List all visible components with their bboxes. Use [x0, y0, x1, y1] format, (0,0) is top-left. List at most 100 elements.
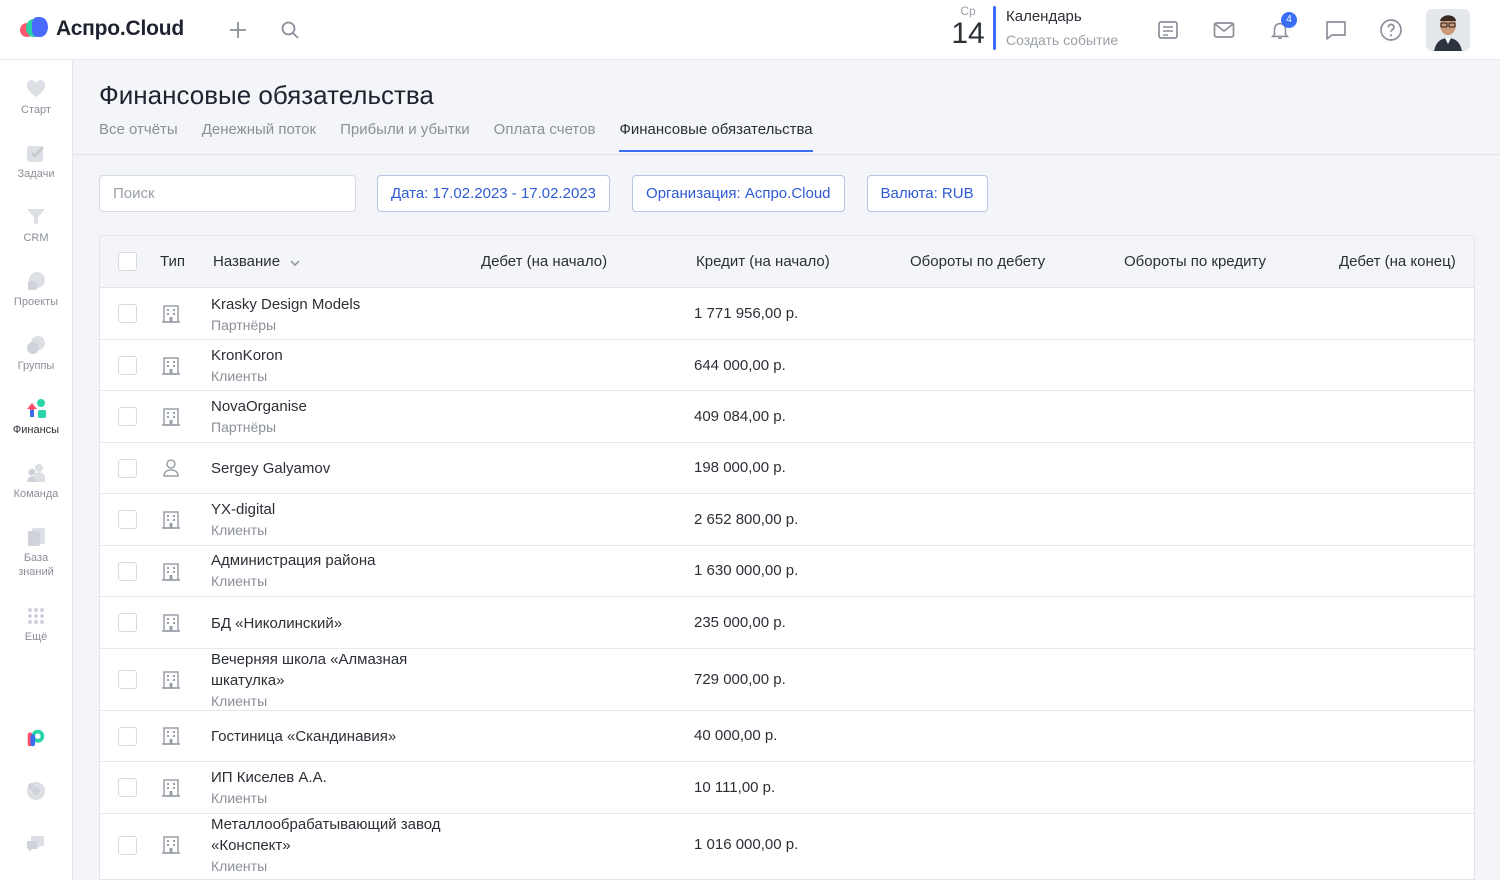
page-title: Финансовые обязательства	[99, 80, 434, 110]
logo-mark-icon	[20, 17, 48, 41]
table-row[interactable]: YX-digital Клиенты 2 652 800,00 р.	[100, 494, 1474, 546]
building-icon	[160, 303, 182, 325]
row-checkbox[interactable]	[118, 836, 137, 855]
row-checkbox[interactable]	[118, 356, 137, 375]
heart-icon	[25, 78, 47, 100]
row-credit-start: 1 016 000,00 р.	[694, 836, 799, 853]
organization-filter-button[interactable]: Организация: Аспро.Cloud	[632, 175, 845, 212]
tab-all-reports[interactable]: Все отчёты	[99, 121, 178, 152]
column-debit-turnover: Обороты по дебету	[910, 253, 1046, 270]
building-icon	[160, 561, 182, 583]
date-divider	[993, 6, 996, 50]
add-icon[interactable]	[226, 18, 250, 42]
check-icon	[25, 142, 47, 164]
tab-cash-flow[interactable]: Денежный поток	[202, 121, 316, 152]
tab-bill-payment[interactable]: Оплата счетов	[494, 121, 596, 152]
row-checkbox[interactable]	[118, 613, 137, 632]
sidebar-item-start[interactable]: Старт	[0, 78, 72, 117]
row-credit-start: 235 000,00 р.	[694, 614, 786, 631]
row-name[interactable]: Sergey Galyamov	[211, 458, 481, 479]
sidebar-item-knowledge[interactable]: База знаний	[0, 526, 72, 579]
row-group: Клиенты	[211, 368, 268, 384]
table-row[interactable]: Sergey Galyamov 198 000,00 р.	[100, 443, 1474, 494]
row-name[interactable]: Металлообрабатывающий завод «Конспект»	[211, 814, 473, 856]
row-name[interactable]: Вечерняя школа «Алмазная шкатулка»	[211, 649, 461, 691]
chevron-down-icon	[290, 254, 300, 271]
app-logo[interactable]: Аспро.Cloud	[20, 17, 184, 41]
sidebar-item-finance[interactable]: Финансы	[0, 398, 72, 437]
search-icon[interactable]	[278, 18, 302, 42]
column-name[interactable]: Название	[213, 253, 300, 271]
user-avatar[interactable]	[1426, 9, 1470, 51]
table-row[interactable]: Металлообрабатывающий завод «Конспект» Кл…	[100, 814, 1474, 879]
select-all-checkbox[interactable]	[118, 252, 137, 271]
sidebar-item-groups[interactable]: Группы	[0, 334, 72, 373]
row-group: Партнёры	[211, 419, 277, 435]
sidebar-item-projects[interactable]: Проекты	[0, 270, 72, 309]
tab-profit-loss[interactable]: Прибыли и убытки	[340, 121, 470, 152]
today-date[interactable]: Ср 14	[948, 4, 988, 50]
table-row[interactable]: KronKoron Клиенты 644 000,00 р.	[100, 340, 1474, 391]
row-name[interactable]: NovaOrganise	[211, 396, 481, 417]
row-checkbox[interactable]	[118, 727, 137, 746]
sidebar-item-more[interactable]: Ещё	[0, 605, 72, 644]
table-row[interactable]: ИП Киселев А.А. Клиенты 10 111,00 р.	[100, 762, 1474, 814]
finance-icon	[25, 398, 47, 420]
row-checkbox[interactable]	[118, 510, 137, 529]
row-credit-start: 729 000,00 р.	[694, 671, 786, 688]
building-icon	[160, 406, 182, 428]
bell-icon[interactable]: 4	[1268, 12, 1297, 42]
row-checkbox[interactable]	[118, 407, 137, 426]
row-checkbox[interactable]	[118, 670, 137, 689]
marketplace-icon[interactable]	[0, 727, 72, 749]
sidebar: Старт Задачи CRM Проекты Группы Финансы	[0, 60, 73, 880]
date-filter-button[interactable]: Дата: 17.02.2023 - 17.02.2023	[377, 175, 611, 212]
page-header: Финансовые обязательства Все отчёты Дене…	[73, 60, 1500, 155]
table-row[interactable]: Администрация района Клиенты 1 630 000,00…	[100, 546, 1474, 597]
row-name[interactable]: ИП Киселев А.А.	[211, 767, 481, 788]
column-name-label: Название	[213, 253, 281, 270]
row-name[interactable]: БД «Николинский»	[211, 613, 481, 634]
help-icon[interactable]	[1379, 18, 1403, 42]
calendar-title: Календарь	[1006, 8, 1082, 25]
chat-icon[interactable]	[1324, 18, 1348, 42]
row-checkbox[interactable]	[118, 459, 137, 478]
table-row[interactable]: Гостиница «Скандинавия» 40 000,00 р.	[100, 711, 1474, 762]
sidebar-item-label: Старт	[21, 104, 51, 116]
sidebar-item-team[interactable]: Команда	[0, 462, 72, 501]
table-row[interactable]: Вечерняя школа «Алмазная шкатулка» Клиент…	[100, 649, 1474, 711]
calendar-widget[interactable]: Календарь Создать событие	[1006, 7, 1118, 50]
filters-bar: Дата: 17.02.2023 - 17.02.2023 Организаци…	[99, 175, 988, 212]
notes-icon[interactable]	[1156, 18, 1180, 42]
tab-financial-obligations[interactable]: Финансовые обязательства	[619, 121, 813, 152]
table-header: Тип Название Дебет (на начало) Кредит (н…	[100, 236, 1474, 288]
row-name[interactable]: Администрация района	[211, 550, 481, 571]
row-name[interactable]: Гостиница «Скандинавия»	[211, 726, 481, 747]
column-debit-start: Дебет (на начало)	[481, 253, 608, 270]
column-credit-turnover: Обороты по кредиту	[1124, 253, 1266, 270]
create-event-link[interactable]: Создать событие	[1006, 30, 1118, 50]
report-tabs: Все отчёты Денежный поток Прибыли и убыт…	[99, 121, 813, 152]
row-name[interactable]: Krasky Design Models	[211, 294, 481, 315]
building-icon	[160, 834, 182, 856]
sidebar-item-tasks[interactable]: Задачи	[0, 142, 72, 181]
currency-filter-button[interactable]: Валюта: RUB	[866, 175, 988, 212]
table-row[interactable]: БД «Николинский» 235 000,00 р.	[100, 597, 1474, 649]
row-checkbox[interactable]	[118, 562, 137, 581]
row-checkbox[interactable]	[118, 304, 137, 323]
row-name[interactable]: YX-digital	[211, 499, 481, 520]
row-checkbox[interactable]	[118, 778, 137, 797]
row-name[interactable]: KronKoron	[211, 345, 481, 366]
search-input[interactable]	[99, 175, 356, 212]
settings-icon[interactable]	[0, 780, 72, 802]
sidebar-item-label: Команда	[13, 488, 59, 500]
table-row[interactable]: NovaOrganise Партнёры 409 084,00 р.	[100, 391, 1474, 443]
funnel-icon	[25, 206, 47, 228]
mail-icon[interactable]	[1212, 18, 1236, 42]
row-credit-start: 198 000,00 р.	[694, 459, 786, 476]
table-row[interactable]: Krasky Design Models Партнёры 1 771 956,0…	[100, 288, 1474, 340]
sidebar-item-label: Ещё	[24, 631, 48, 643]
sidebar-item-crm[interactable]: CRM	[0, 206, 72, 245]
feedback-icon[interactable]	[0, 833, 72, 855]
person-icon	[160, 457, 182, 479]
